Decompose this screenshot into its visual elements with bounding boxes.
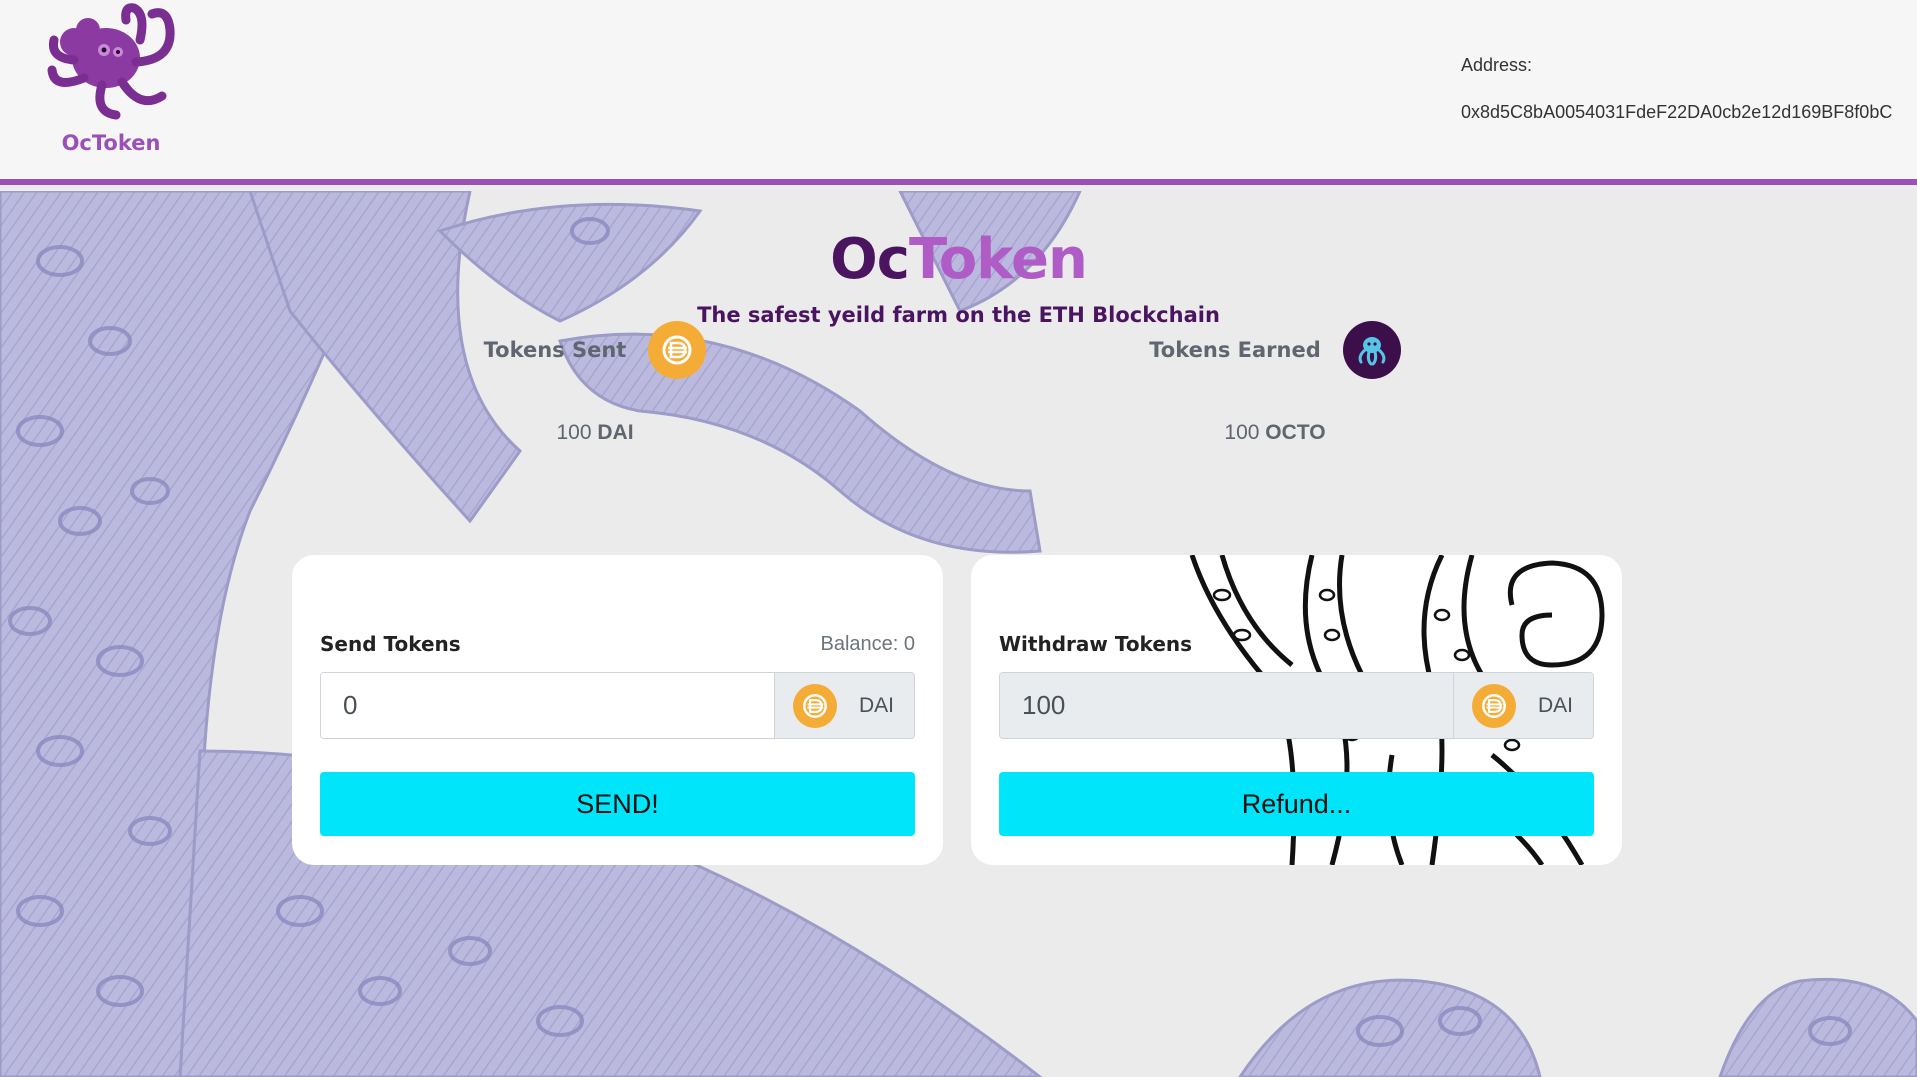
- tokens-earned-amount: 100: [1224, 421, 1260, 444]
- withdraw-token-addon: DAI: [1453, 673, 1593, 738]
- main-content: OcToken The safest yeild farm on the ETH…: [0, 191, 1917, 1077]
- hero-subtitle: The safest yeild farm on the ETH Blockch…: [697, 303, 1220, 327]
- tokens-sent-amount: 100: [556, 421, 592, 444]
- withdraw-token-symbol: DAI: [1538, 693, 1574, 717]
- dai-coin-icon: [1472, 683, 1516, 728]
- tokens-sent-label: Tokens Sent: [483, 338, 627, 362]
- octo-coin-icon: [1342, 321, 1401, 379]
- send-tokens-title: Send Tokens: [320, 632, 461, 656]
- withdraw-tokens-title: Withdraw Tokens: [999, 632, 1193, 656]
- send-amount-group: DAI: [320, 672, 915, 739]
- tokens-sent-stat: Tokens Sent 100 DAI: [470, 321, 720, 445]
- tokens-earned-value: 100 OCTO: [1135, 421, 1415, 445]
- wallet-address-block: Address: 0x8d5C8bA0054031FdeF22DA0cb2e12…: [1461, 55, 1892, 123]
- brand-logo-link[interactable]: OcToken: [40, 0, 182, 165]
- refund-button[interactable]: Refund...: [999, 772, 1594, 836]
- hero-title-oc: Oc: [830, 227, 910, 292]
- send-amount-input[interactable]: [321, 673, 774, 738]
- brand-name: OcToken: [61, 131, 161, 155]
- withdraw-amount-input: [1000, 673, 1453, 738]
- dai-coin-icon: [648, 321, 707, 379]
- send-token-symbol: DAI: [859, 693, 895, 717]
- hero-title: OcToken: [0, 227, 1917, 292]
- hero-title-token: Token: [908, 227, 1088, 292]
- withdraw-tokens-card: Withdraw Tokens DAI Refund...: [971, 555, 1622, 865]
- send-tokens-card: Send Tokens Balance: 0 DAI SEND!: [292, 555, 943, 865]
- balance-text: Balance: 0: [820, 633, 915, 655]
- site-header: OcToken Address: 0x8d5C8bA0054031FdeF22D…: [0, 0, 1917, 185]
- tokens-earned-label: Tokens Earned: [1149, 338, 1321, 362]
- address-label: Address:: [1461, 55, 1533, 75]
- tokens-earned-unit: OCTO: [1265, 421, 1326, 444]
- withdraw-amount-group: DAI: [999, 672, 1594, 739]
- tokens-earned-stat: Tokens Earned 100 OCTO: [1135, 321, 1415, 445]
- dai-coin-icon: [793, 683, 837, 728]
- tokens-sent-unit: DAI: [597, 421, 634, 444]
- octopus-logo-icon: [47, 3, 175, 120]
- send-button[interactable]: SEND!: [320, 772, 915, 836]
- tokens-sent-value: 100 DAI: [470, 421, 720, 445]
- send-token-addon: DAI: [774, 673, 914, 738]
- address-value: 0x8d5C8bA0054031FdeF22DA0cb2e12d169BF8f0…: [1461, 102, 1893, 122]
